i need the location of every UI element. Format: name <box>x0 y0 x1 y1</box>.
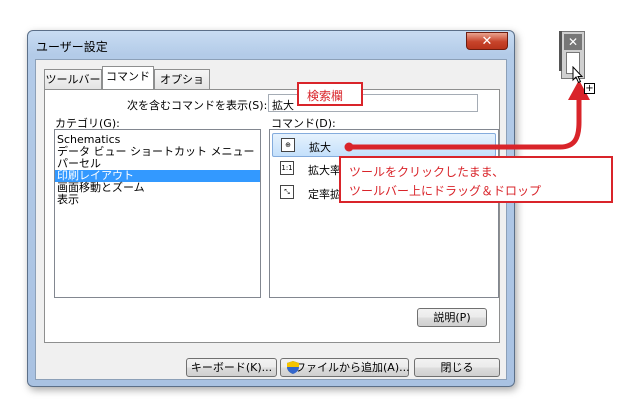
tab-commands[interactable]: コマンド <box>102 66 154 89</box>
floating-toolbar-close-icon[interactable]: ✕ <box>564 34 582 50</box>
toolbar-grip[interactable] <box>559 31 562 71</box>
mouse-cursor-icon <box>572 66 584 84</box>
drag-arrow <box>344 80 590 152</box>
plus-icon: + <box>584 83 595 94</box>
